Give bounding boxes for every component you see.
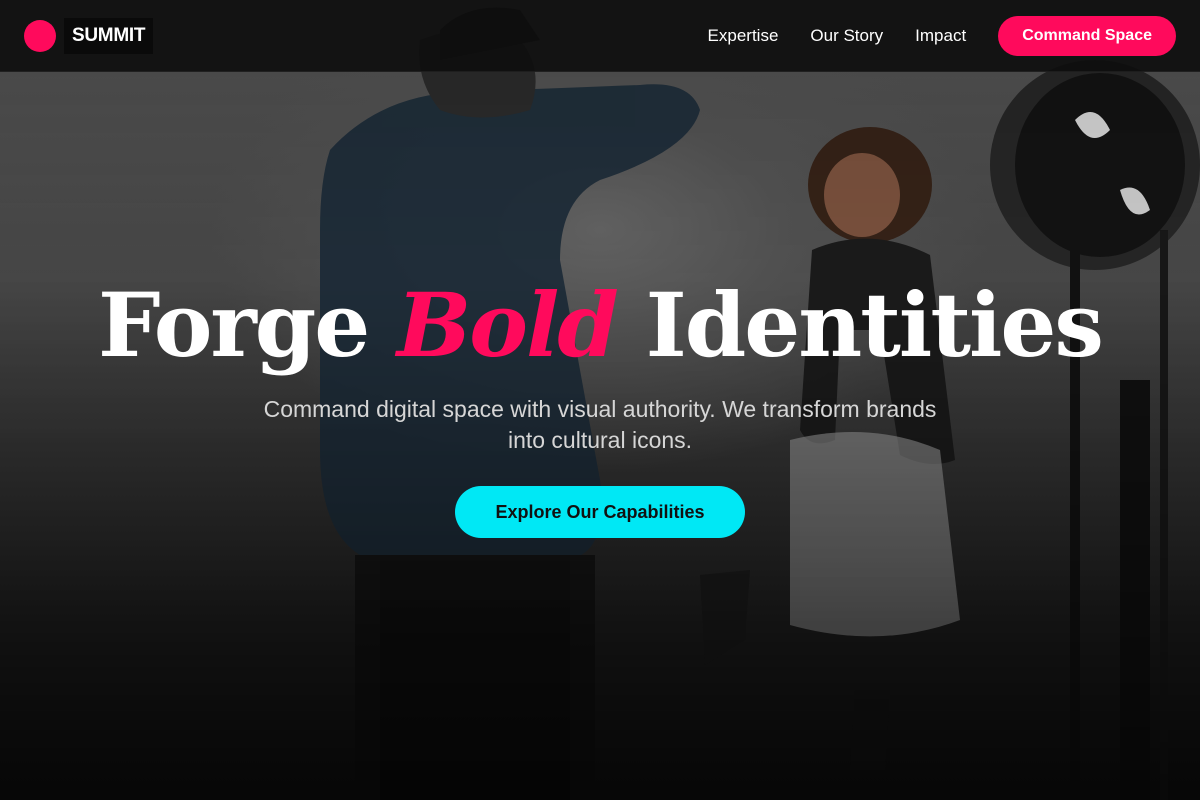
hero-title: Forge Bold Identities	[0, 270, 1200, 380]
landing-page: SUMMIT Expertise Our Story Impact Comman…	[0, 0, 1200, 800]
nav-link-expertise[interactable]: Expertise	[708, 26, 779, 46]
logo[interactable]: SUMMIT	[24, 17, 154, 54]
hero-title-start: Forge	[98, 273, 370, 377]
hero-title-end: Identities	[645, 273, 1104, 377]
hero-subtitle: Command digital space with visual author…	[263, 396, 937, 453]
logo-dot-icon	[24, 19, 56, 52]
hero-title-accent: Bold	[396, 273, 619, 377]
nav-link-our-story[interactable]: Our Story	[810, 26, 883, 46]
site-header: SUMMIT Expertise Our Story Impact Comman…	[0, 0, 1200, 72]
explore-capabilities-button[interactable]: Explore Our Capabilities	[455, 486, 745, 538]
command-space-button[interactable]: Command Space	[998, 15, 1176, 56]
main-nav: Expertise Our Story Impact Command Space	[708, 15, 1176, 56]
hero-section: Forge Bold Identities Command digital sp…	[0, 270, 1200, 538]
nav-link-impact[interactable]: Impact	[915, 26, 966, 46]
logo-wordmark: SUMMIT	[64, 17, 154, 54]
